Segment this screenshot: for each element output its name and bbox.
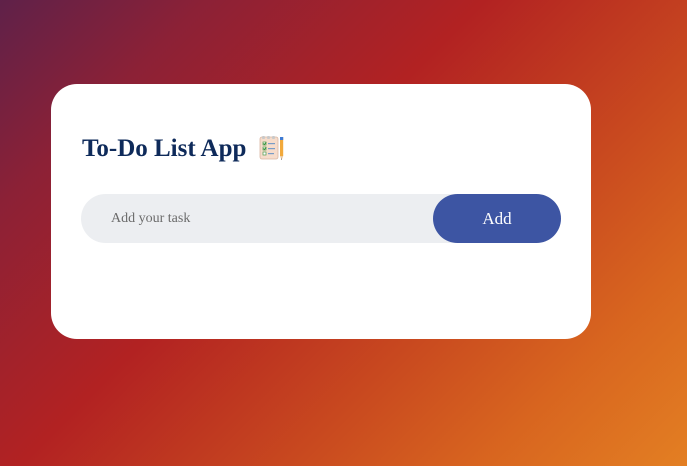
todo-card: To-Do List App Add your task Add bbox=[51, 84, 591, 339]
header: To-Do List App bbox=[82, 134, 286, 164]
app-title: To-Do List App bbox=[82, 135, 247, 162]
add-button[interactable]: Add bbox=[433, 194, 561, 243]
add-task-row: Add bbox=[81, 194, 561, 243]
task-input[interactable] bbox=[81, 194, 421, 243]
notepad-checklist-icon bbox=[258, 134, 286, 162]
